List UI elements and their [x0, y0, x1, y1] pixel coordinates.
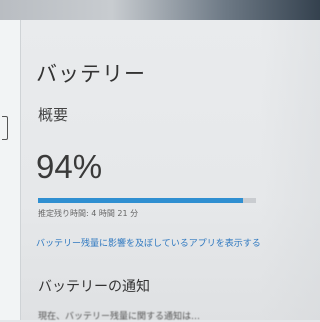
battery-notifications-description: 現在、バッテリー残量に関する通知は…	[38, 312, 201, 322]
battery-level-bar	[38, 198, 256, 203]
page-title: バッテリー	[36, 62, 146, 86]
apps-affecting-battery-link[interactable]: バッテリー残量に影響を及ぼしているアプリを表示する	[36, 236, 261, 249]
battery-percentage: 94%	[36, 148, 103, 185]
window-top-strip	[0, 0, 320, 20]
navigation-pane	[0, 20, 21, 320]
battery-level-fill	[38, 198, 243, 203]
overview-heading: 概要	[38, 106, 69, 124]
battery-notifications-heading: バッテリーの通知	[38, 279, 150, 295]
remaining-time-text: 推定残り時間: 4 時間 21 分	[38, 209, 139, 218]
nav-item-icon[interactable]	[2, 116, 8, 140]
